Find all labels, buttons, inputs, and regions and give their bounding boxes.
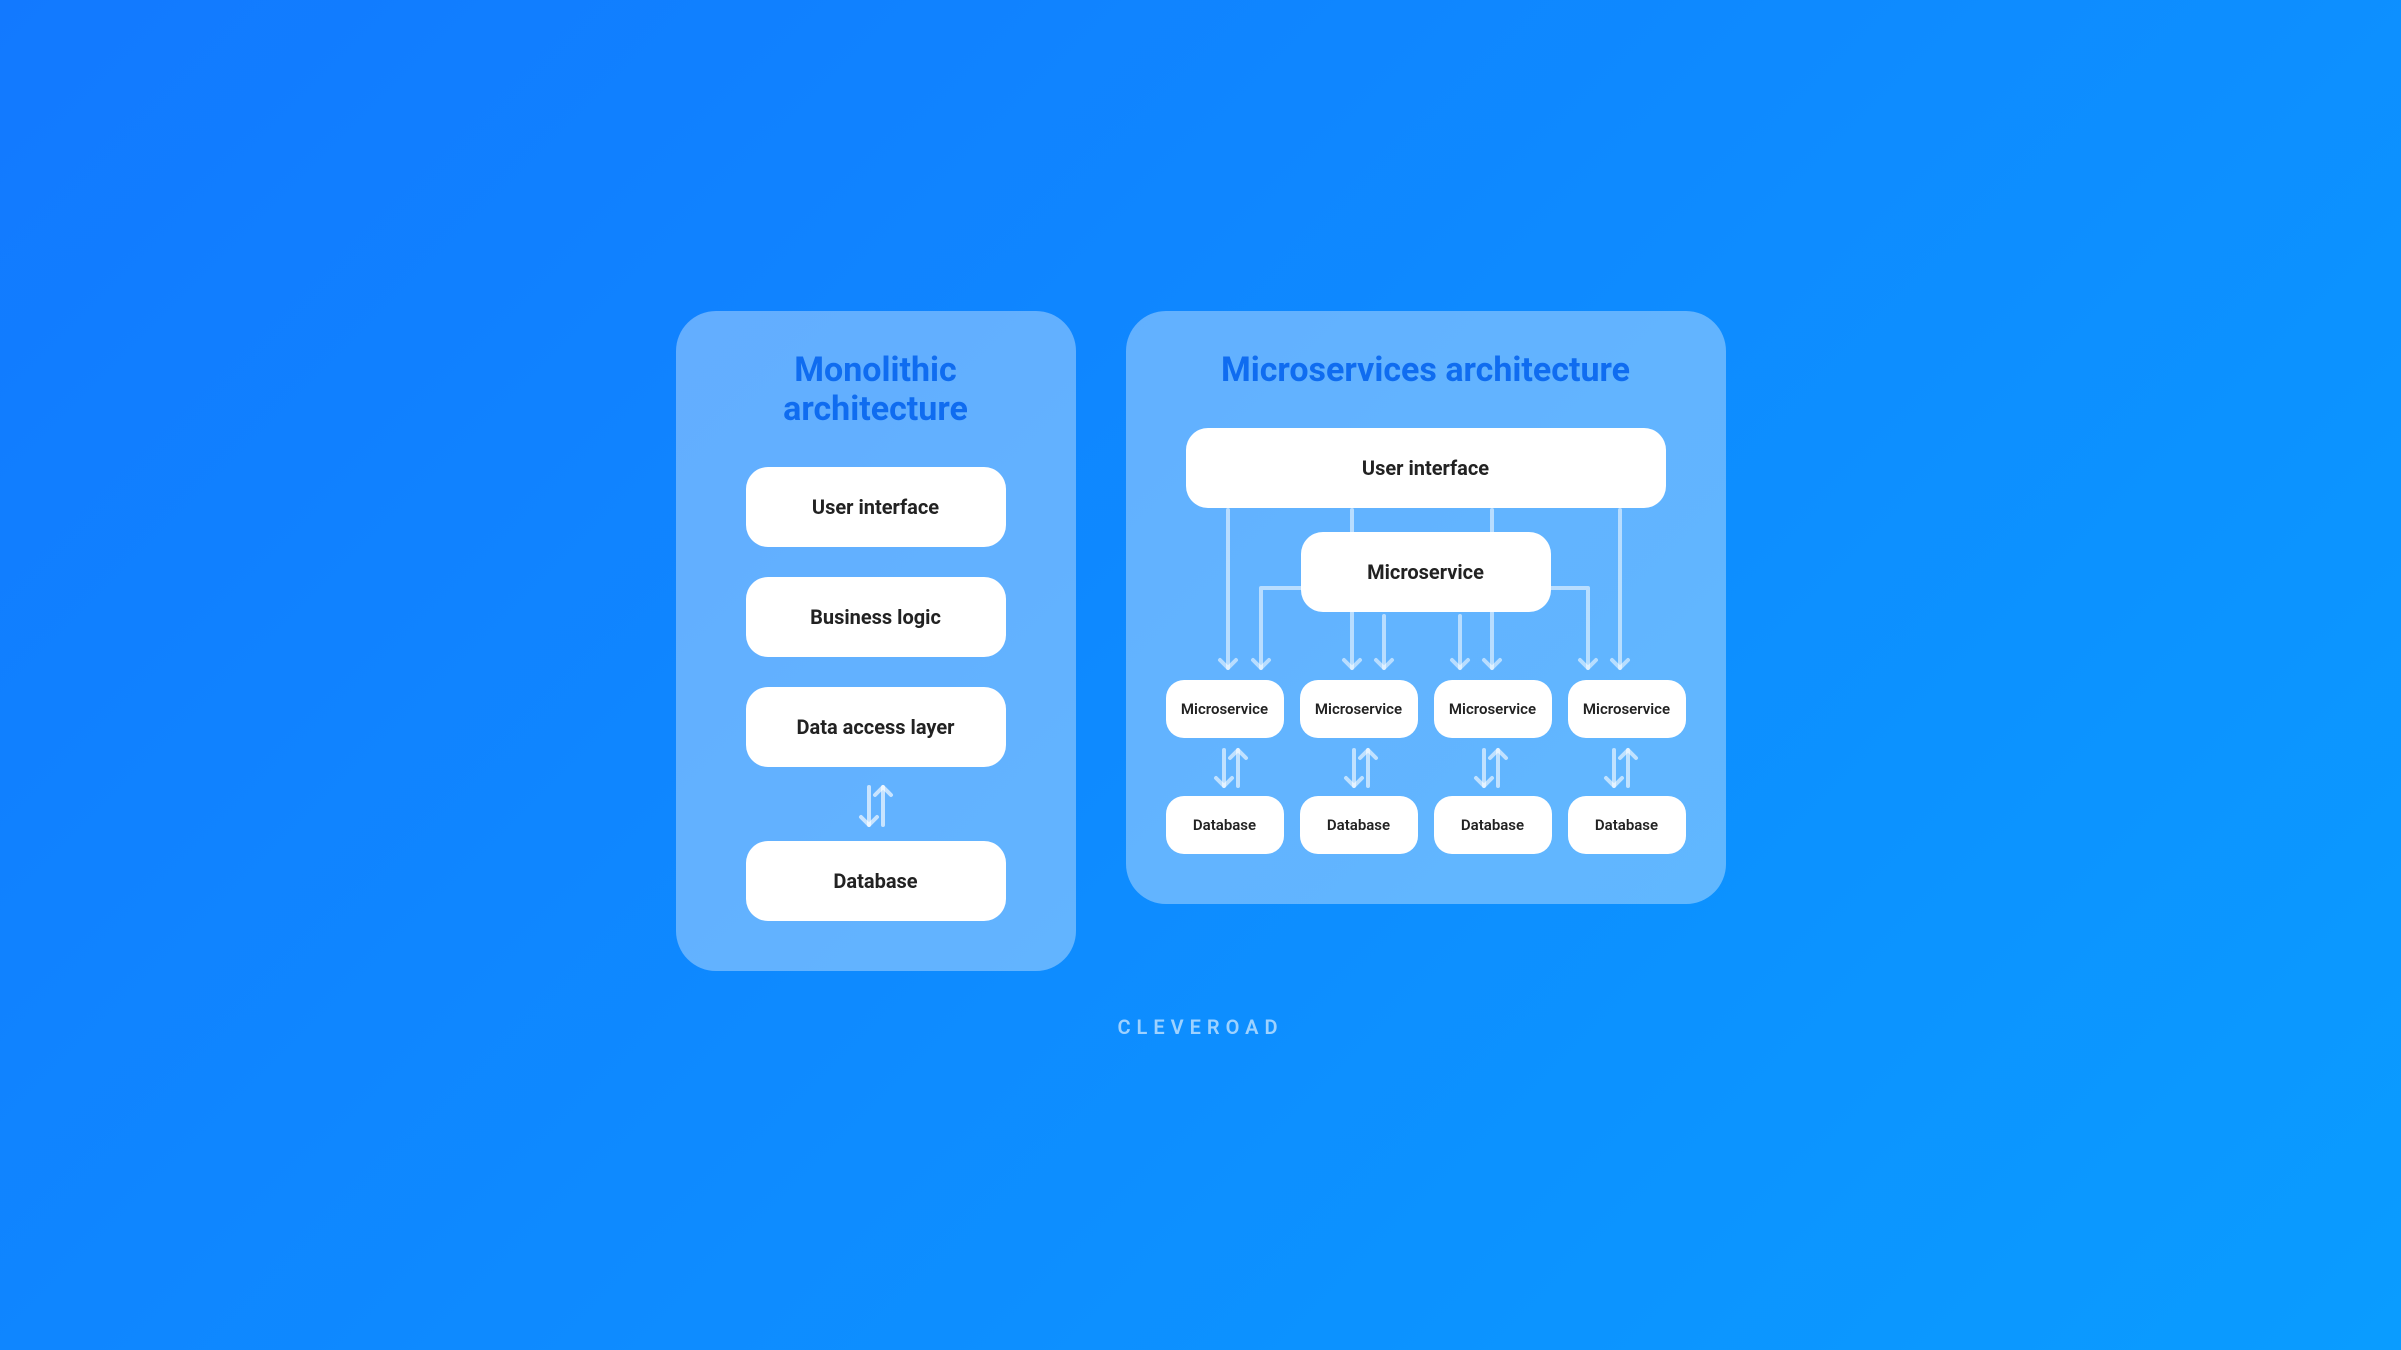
monolithic-data-access-layer: Data access layer [746, 687, 1006, 767]
microservice-box: Microservice [1434, 680, 1552, 738]
microservices-title: Microservices architecture [1166, 351, 1686, 390]
monolithic-panel: Monolithic architecture User interface B… [676, 311, 1076, 971]
bidirectional-arrow-icon [1556, 744, 1686, 792]
microservices-content: User interface [1166, 428, 1686, 854]
bidirectional-arrow-icon [1166, 744, 1296, 792]
database-box: Database [1166, 796, 1284, 854]
monolithic-title: Monolithic architecture [716, 351, 1036, 429]
microservices-ui-layer: User interface [1186, 428, 1666, 508]
database-box: Database [1434, 796, 1552, 854]
monolithic-business-layer: Business logic [746, 577, 1006, 657]
microservice-box: Microservice [1300, 680, 1418, 738]
microservices-service-row: Microservice Microservice Microservice M… [1166, 680, 1686, 738]
bidirectional-arrow-icon [1296, 744, 1426, 792]
monolithic-stack: User interface Business logic Data acces… [716, 467, 1036, 921]
microservice-box: Microservice [1166, 680, 1284, 738]
bidirectional-arrow-icon [1426, 744, 1556, 792]
service-db-arrows-row [1166, 744, 1686, 792]
diagram-panels: Monolithic architecture User interface B… [676, 311, 1726, 971]
bidirectional-arrow-icon [852, 781, 900, 831]
microservices-database-row: Database Database Database Database [1166, 796, 1686, 854]
monolithic-ui-layer: User interface [746, 467, 1006, 547]
monolithic-database-layer: Database [746, 841, 1006, 921]
database-box: Database [1568, 796, 1686, 854]
brand-label: CLEVEROAD [1117, 1015, 1283, 1039]
microservices-panel: Microservices architecture User interfac… [1126, 311, 1726, 904]
microservice-box: Microservice [1568, 680, 1686, 738]
microservices-mid-service: Microservice [1301, 532, 1551, 612]
database-box: Database [1300, 796, 1418, 854]
